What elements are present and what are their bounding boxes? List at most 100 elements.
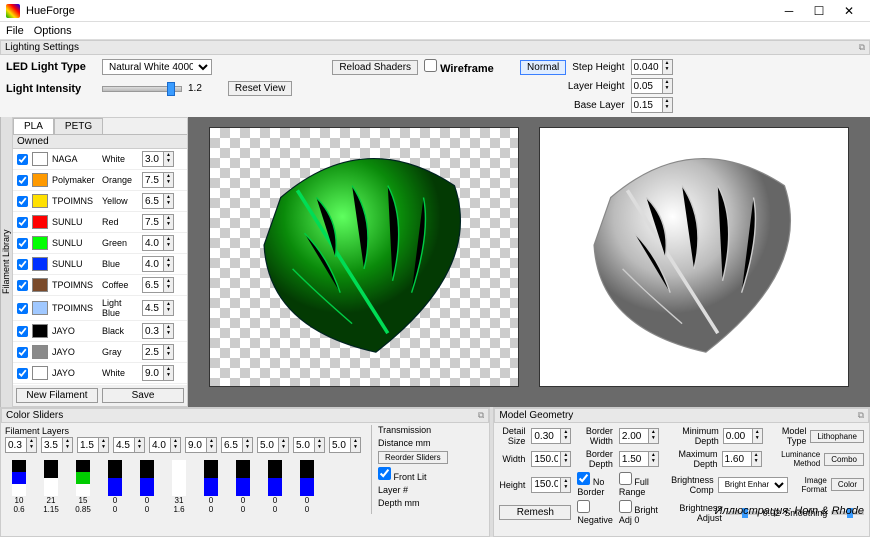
menu-file[interactable]: File: [6, 25, 24, 37]
maximize-button[interactable]: ☐: [804, 1, 834, 21]
reorder-sliders-button[interactable]: Reorder Sliders: [378, 451, 448, 464]
filament-val-spinner[interactable]: ▲▼: [142, 256, 174, 272]
filament-val-spinner[interactable]: ▲▼: [142, 193, 174, 209]
filament-check[interactable]: [17, 347, 28, 358]
filament-row[interactable]: NAGAWhite▲▼: [13, 149, 187, 170]
filament-library-tab[interactable]: Filament Library: [0, 117, 12, 407]
full-range-check[interactable]: Full Range: [619, 472, 659, 497]
remesh-button[interactable]: Remesh: [499, 505, 571, 520]
model-type-label: Model Type: [767, 426, 807, 446]
layer-spinner[interactable]: ▲▼: [329, 437, 361, 453]
negative-check[interactable]: Negative: [577, 500, 613, 525]
layer-bar[interactable]: [229, 460, 257, 496]
panel-grip-icon[interactable]: ⧉: [858, 410, 864, 421]
filament-check[interactable]: [17, 280, 28, 291]
filament-val-spinner[interactable]: ▲▼: [142, 300, 174, 316]
filament-check[interactable]: [17, 196, 28, 207]
filament-val-spinner[interactable]: ▲▼: [142, 323, 174, 339]
layer-bar[interactable]: [101, 460, 129, 496]
save-button[interactable]: Save: [102, 388, 184, 403]
no-border-check[interactable]: No Border: [577, 472, 613, 497]
layer-spinner[interactable]: ▲▼: [221, 437, 253, 453]
filament-check[interactable]: [17, 238, 28, 249]
layer-bar[interactable]: [165, 460, 193, 496]
lighting-header: Lighting Settings: [5, 42, 79, 53]
tab-pla[interactable]: PLA: [13, 118, 54, 134]
filament-val-spinner[interactable]: ▲▼: [142, 277, 174, 293]
img-format-button[interactable]: Color: [831, 478, 864, 491]
panel-grip-icon[interactable]: ⧉: [859, 42, 865, 53]
height-spinner[interactable]: ▲▼: [531, 477, 571, 493]
layer-bar[interactable]: [69, 460, 97, 496]
min-depth-spinner[interactable]: ▲▼: [723, 428, 763, 444]
filament-val-spinner[interactable]: ▲▼: [142, 344, 174, 360]
detail-size-spinner[interactable]: ▲▼: [531, 428, 571, 444]
depth-preview[interactable]: [539, 127, 849, 387]
light-intensity-slider[interactable]: [102, 86, 182, 92]
new-filament-button[interactable]: New Filament: [16, 388, 98, 403]
filament-row[interactable]: TPOIMNSLight Blue▲▼: [13, 296, 187, 321]
filament-val-spinner[interactable]: ▲▼: [142, 214, 174, 230]
layer-bar[interactable]: [261, 460, 289, 496]
menu-options[interactable]: Options: [34, 25, 72, 37]
layer-spinner[interactable]: ▲▼: [293, 437, 325, 453]
filament-val-spinner[interactable]: ▲▼: [142, 365, 174, 381]
layer-bar[interactable]: [133, 460, 161, 496]
filament-row[interactable]: SUNLUBlue▲▼: [13, 254, 187, 275]
bright-adj0-check[interactable]: Bright Adj 0: [619, 500, 659, 525]
width-spinner[interactable]: ▲▼: [531, 451, 571, 467]
lum-method-button[interactable]: Combo: [824, 453, 864, 466]
layer-spinner[interactable]: ▲▼: [257, 437, 289, 453]
panel-grip-icon[interactable]: ⧉: [478, 410, 484, 421]
minimize-button[interactable]: ─: [774, 1, 804, 21]
filament-row[interactable]: SUNLURed▲▼: [13, 212, 187, 233]
layer-num1: 21: [37, 496, 65, 505]
border-width-spinner[interactable]: ▲▼: [619, 428, 659, 444]
filament-row[interactable]: SUNLUGreen▲▼: [13, 233, 187, 254]
layer-spinner[interactable]: ▲▼: [41, 437, 73, 453]
step-height-spinner[interactable]: ▲▼: [631, 59, 673, 75]
reload-shaders-button[interactable]: Reload Shaders: [332, 60, 418, 75]
filament-check[interactable]: [17, 259, 28, 270]
filament-check[interactable]: [17, 326, 28, 337]
layer-height-spinner[interactable]: ▲▼: [631, 78, 673, 94]
normal-button[interactable]: Normal: [520, 60, 566, 75]
filament-val-spinner[interactable]: ▲▼: [142, 235, 174, 251]
layer-spinner[interactable]: ▲▼: [5, 437, 37, 453]
layer-spinner[interactable]: ▲▼: [149, 437, 181, 453]
filament-row[interactable]: JAYOWhite▲▼: [13, 363, 187, 384]
filament-row[interactable]: JAYOGray▲▼: [13, 342, 187, 363]
filament-row[interactable]: TPOIMNSCoffee▲▼: [13, 275, 187, 296]
filament-row[interactable]: PolymakerOrange▲▼: [13, 170, 187, 191]
reset-view-button[interactable]: Reset View: [228, 81, 292, 96]
filament-row[interactable]: JAYOBlack▲▼: [13, 321, 187, 342]
filament-check[interactable]: [17, 175, 28, 186]
front-lit-check[interactable]: Front Lit: [378, 467, 448, 482]
filament-val-spinner[interactable]: ▲▼: [142, 151, 174, 167]
layer-bar[interactable]: [197, 460, 225, 496]
border-depth-spinner[interactable]: ▲▼: [619, 451, 659, 467]
filament-list[interactable]: NAGAWhite▲▼PolymakerOrange▲▼TPOIMNSYello…: [13, 149, 187, 385]
layer-spinner[interactable]: ▲▼: [113, 437, 145, 453]
layer-bar[interactable]: [37, 460, 65, 496]
filament-check[interactable]: [17, 217, 28, 228]
filament-check[interactable]: [17, 368, 28, 379]
filament-check[interactable]: [17, 154, 28, 165]
model-type-button[interactable]: Lithophane: [810, 430, 864, 443]
layer-spinner[interactable]: ▲▼: [77, 437, 109, 453]
layer-spinner[interactable]: ▲▼: [185, 437, 217, 453]
led-type-select[interactable]: Natural White 4000K: [102, 59, 212, 75]
filament-row[interactable]: TPOIMNSYellow▲▼: [13, 191, 187, 212]
base-layer-spinner[interactable]: ▲▼: [631, 97, 673, 113]
color-preview[interactable]: [209, 127, 519, 387]
bright-comp-select[interactable]: Bright Enhance 1: [718, 477, 788, 493]
filament-check[interactable]: [17, 303, 28, 314]
wireframe-check[interactable]: Wireframe: [424, 59, 514, 75]
tab-petg[interactable]: PETG: [54, 118, 103, 134]
close-button[interactable]: ✕: [834, 1, 864, 21]
filament-val-spinner[interactable]: ▲▼: [142, 172, 174, 188]
layer-bar[interactable]: [5, 460, 33, 496]
max-depth-spinner[interactable]: ▲▼: [722, 451, 762, 467]
layer-bar[interactable]: [293, 460, 321, 496]
filament-color: Red: [102, 217, 138, 227]
